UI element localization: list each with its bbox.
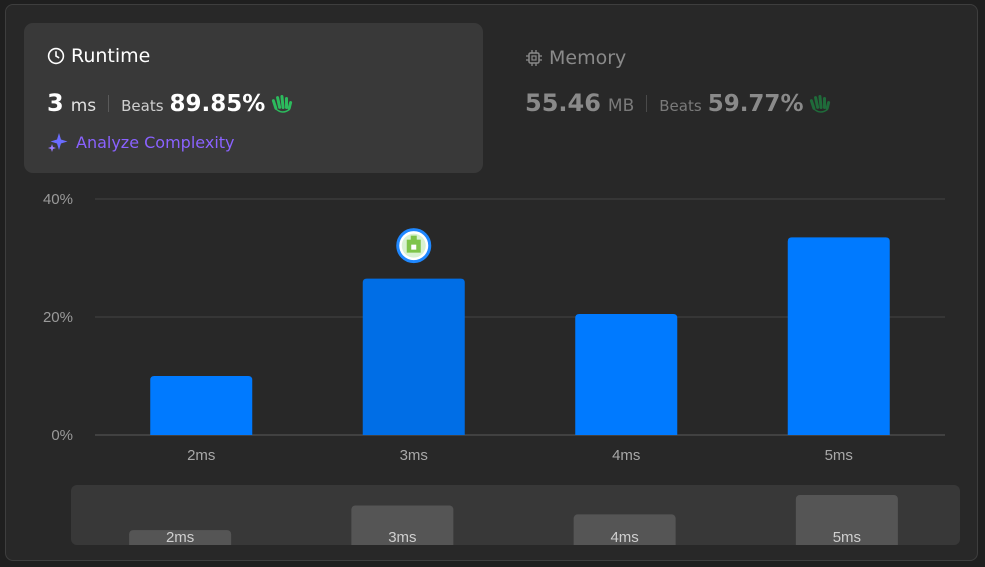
overview-tick-label: 3ms (388, 529, 416, 545)
runtime-distribution-chart: 0% 20% 40% 2ms 3ms 4ms 5ms (43, 191, 945, 464)
user-avatar-head (410, 235, 417, 241)
x-tick-label: 5ms (825, 447, 853, 464)
overview-tick-label: 2ms (166, 529, 194, 545)
y-tick-label: 40% (43, 191, 73, 208)
x-tick-label: 3ms (400, 447, 428, 464)
overview-tick-label: 4ms (610, 529, 638, 545)
bar (575, 314, 678, 435)
bar (787, 237, 890, 435)
bar (362, 278, 465, 435)
x-tick-label: 4ms (612, 447, 640, 464)
y-tick-label: 0% (51, 427, 73, 444)
bar (150, 376, 253, 435)
user-avatar-door (411, 244, 417, 250)
chart-overview-brush[interactable]: 2ms 3ms 4ms 5ms (71, 485, 960, 545)
overview-chart: 2ms 3ms 4ms 5ms (129, 495, 898, 545)
y-tick-label: 20% (43, 309, 73, 326)
x-tick-label: 2ms (187, 447, 215, 464)
overview-tick-label: 5ms (833, 529, 861, 545)
